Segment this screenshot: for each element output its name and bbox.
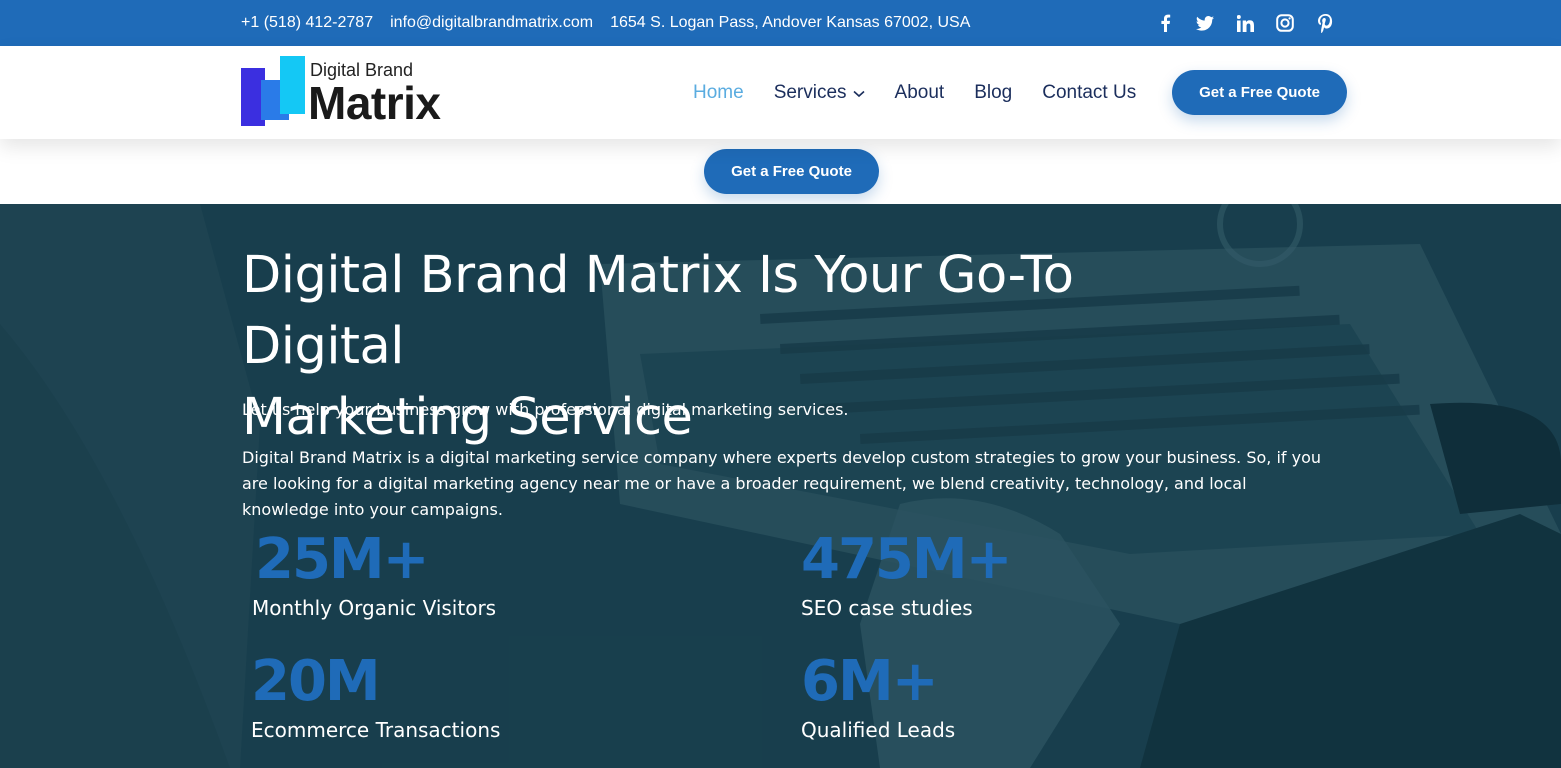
nav-services[interactable]: Services [774,82,865,104]
stat-value: 20M [251,649,381,714]
stat-label: Ecommerce Transactions [251,718,501,742]
hero-section: Digital Brand Matrix Is Your Go-To Digit… [0,204,1561,768]
get-quote-button-secondary[interactable]: Get a Free Quote [704,149,879,194]
hero-title: Digital Brand Matrix Is Your Go-To Digit… [242,240,1242,453]
stat-label: SEO case studies [801,596,973,620]
logo-mark-icon [241,56,305,126]
nav-about[interactable]: About [895,82,945,104]
stat-block: 20M Ecommerce Transactions [251,649,501,743]
contact-info: +1 (518) 412-2787 info@digitalbrandmatri… [241,0,987,46]
hero-description: Digital Brand Matrix is a digital market… [242,448,1322,519]
pinterest-icon[interactable] [1313,11,1337,35]
nav-home[interactable]: Home [693,82,744,104]
facebook-icon[interactable] [1153,11,1177,35]
main-nav: Home Services About Blog Contact Us [693,46,1166,139]
hero-title-line1: Digital Brand Matrix Is Your Go-To Digit… [242,246,1074,376]
stat-block: 25M+ Monthly Organic Visitors [252,527,497,621]
logo-text-big: Matrix [308,77,441,129]
site-logo[interactable]: Digital Brand Matrix [241,56,471,129]
chevron-down-icon [853,82,865,104]
cta-strip: Get a Free Quote [0,139,1561,204]
nav-services-label: Services [773,81,847,103]
stat-block: 475M+ SEO case studies [801,527,1013,621]
social-links [1153,0,1353,46]
get-quote-button[interactable]: Get a Free Quote [1172,70,1347,115]
address-text: 1654 S. Logan Pass, Andover Kansas 67002… [610,14,971,31]
nav-blog[interactable]: Blog [974,82,1012,104]
phone-link[interactable]: +1 (518) 412-2787 [241,14,373,32]
top-contact-bar: +1 (518) 412-2787 info@digitalbrandmatri… [0,0,1561,46]
nav-contact[interactable]: Contact Us [1042,82,1136,104]
twitter-icon[interactable] [1193,11,1217,35]
linkedin-icon[interactable] [1233,11,1257,35]
email-link[interactable]: info@digitalbrandmatrix.com [390,14,593,32]
stat-block: 6M+ Qualified Leads [801,649,956,743]
stat-label: Monthly Organic Visitors [252,596,497,620]
stat-value: 475M+ [801,527,1013,592]
stat-label: Qualified Leads [801,718,956,742]
instagram-icon[interactable] [1273,11,1297,35]
stat-value: 25M+ [255,527,430,592]
stat-value: 6M+ [801,649,939,714]
site-header: Digital Brand Matrix Home Services About… [0,46,1561,139]
hero-lead: Let us help your business grow with prof… [242,400,849,419]
